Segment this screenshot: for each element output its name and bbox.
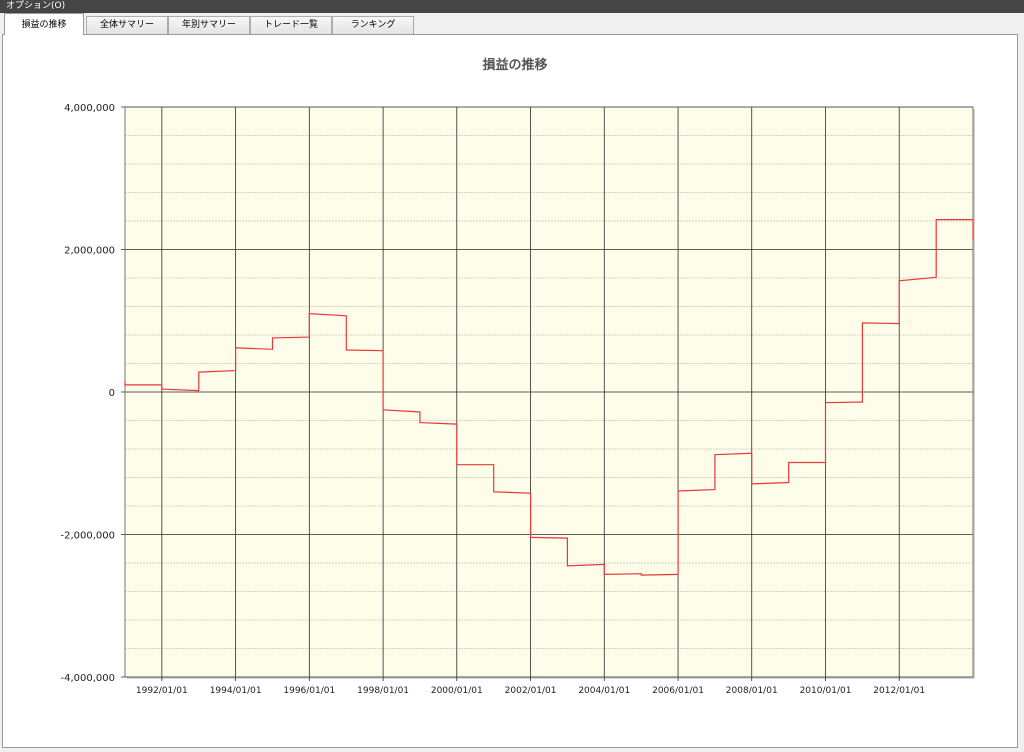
x-tick-label: 2002/01/01 (505, 686, 557, 696)
y-tick-label: -4,000,000 (60, 673, 115, 684)
tab-trade-list[interactable]: トレード一覧 (250, 16, 332, 34)
x-tick-label: 2006/01/01 (652, 686, 704, 696)
chart-panel: -4,000,000 -2,000,000 0 2,000,000 4,000,000 1… (2, 34, 1018, 748)
x-tick-label: 1994/01/01 (210, 686, 262, 696)
x-tick-label: 2004/01/01 (578, 686, 630, 696)
x-tick-label: 2010/01/01 (800, 686, 852, 696)
tab-ranking[interactable]: ランキング (332, 16, 414, 34)
x-tick-label: 1992/01/01 (136, 686, 188, 696)
x-tick-label: 2008/01/01 (726, 686, 778, 696)
x-tick-label: 2000/01/01 (431, 686, 483, 696)
chart-title: 損益の推移 (482, 57, 547, 73)
x-tick-label: 2012/01/01 (873, 686, 925, 696)
x-tick-label: 1998/01/01 (357, 686, 409, 696)
y-tick-label: 4,000,000 (64, 103, 115, 114)
y-tick-label: 2,000,000 (64, 246, 115, 257)
y-tick-label: -2,000,000 (60, 531, 115, 542)
tab-profit-trend[interactable]: 損益の推移 (4, 13, 84, 35)
x-tick-label: 1996/01/01 (283, 686, 335, 696)
menu-bar: オプション(O) (0, 0, 1024, 13)
profit-chart: -4,000,000 -2,000,000 0 2,000,000 4,000,000 1… (60, 57, 975, 696)
y-tick-label: 0 (109, 388, 115, 399)
options-menu[interactable]: オプション(O) (6, 0, 65, 13)
tab-yearly-summary[interactable]: 年別サマリー (168, 16, 250, 34)
tab-overall-summary[interactable]: 全体サマリー (86, 16, 168, 34)
tab-bar: 損益の推移 全体サマリー 年別サマリー トレード一覧 ランキング (0, 13, 1024, 35)
